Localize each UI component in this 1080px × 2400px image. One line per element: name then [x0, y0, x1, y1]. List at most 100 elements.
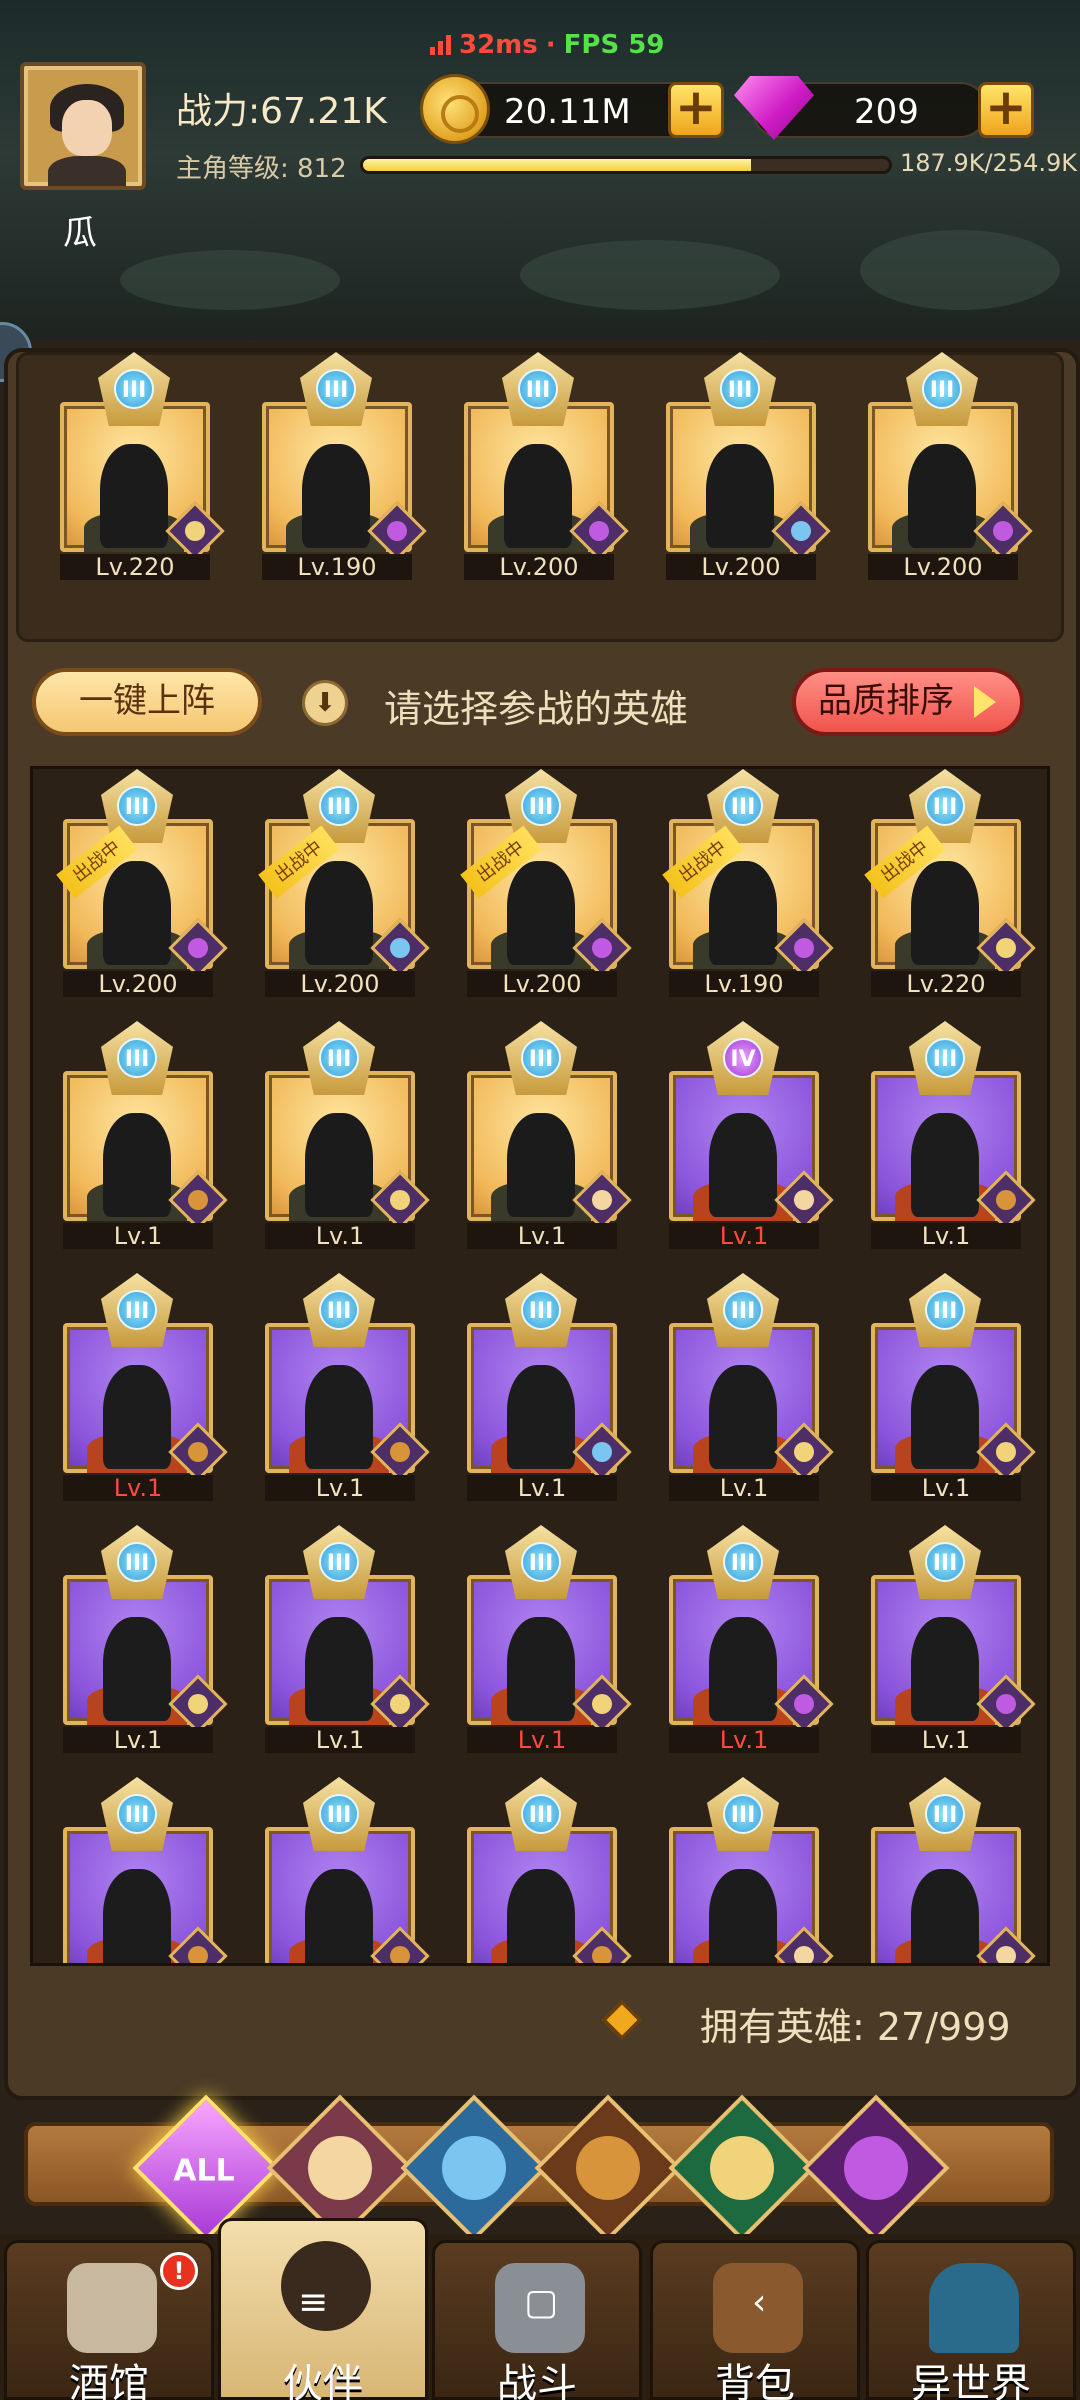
- hero-level: Lv.220: [60, 554, 210, 580]
- hero-silhouette: [103, 1617, 171, 1721]
- gold-coin-icon: [420, 74, 490, 144]
- rank-label: III: [319, 1542, 359, 1582]
- hero-level: Lv.220: [871, 971, 1021, 997]
- hero-level: Lv.1: [63, 1223, 213, 1249]
- hero-silhouette: [507, 1617, 575, 1721]
- hero-silhouette: [103, 1365, 171, 1469]
- hero-card[interactable]: III Lv.200: [458, 352, 629, 580]
- hero-level: Lv.1: [871, 1223, 1021, 1249]
- hero-level: Lv.1: [871, 1475, 1021, 1501]
- filter-beast-button[interactable]: [534, 2094, 682, 2242]
- hero-card[interactable]: III: [865, 1777, 1036, 1963]
- hero-card[interactable]: III: [461, 1777, 632, 1963]
- rank-badge-icon: III: [303, 1021, 375, 1095]
- add-gems-button[interactable]: +: [978, 82, 1034, 138]
- rank-badge-icon: III: [502, 352, 574, 426]
- hero-card[interactable]: III Lv.1: [865, 1273, 1036, 1501]
- hero-card[interactable]: III Lv.200: [660, 352, 831, 580]
- elf-icon: [710, 2136, 774, 2200]
- menu-icon[interactable]: ≡: [298, 2282, 328, 2323]
- hero-level: Lv.200: [666, 554, 816, 580]
- player-avatar[interactable]: [20, 62, 146, 190]
- hero-card[interactable]: III Lv.1: [259, 1525, 430, 1753]
- rank-badge-icon: III: [707, 1273, 779, 1347]
- hero-card[interactable]: III Lv.1: [461, 1525, 632, 1753]
- nav-battle-label: 战斗: [497, 2361, 577, 2400]
- hero-silhouette: [709, 1113, 777, 1217]
- rank-badge-icon: III: [505, 1021, 577, 1095]
- quality-sort-label: 品质排序: [818, 681, 954, 721]
- rank-badge-icon: III: [505, 1273, 577, 1347]
- hero-card[interactable]: III: [259, 1777, 430, 1963]
- nav-otherworld-label: 异世界: [911, 2361, 1031, 2400]
- hero-level: Lv.1: [265, 1475, 415, 1501]
- hero-card[interactable]: III 出战中 Lv.200: [460, 769, 632, 997]
- rank-label: III: [723, 786, 763, 826]
- hero-level: Lv.1: [467, 1475, 617, 1501]
- rank-label: III: [117, 1794, 157, 1834]
- hero-card[interactable]: III Lv.220: [54, 352, 225, 580]
- hero-card[interactable]: III Lv.200: [862, 352, 1033, 580]
- hero-silhouette: [507, 1365, 575, 1469]
- hero-level: Lv.1: [669, 1727, 819, 1753]
- rank-badge-icon: III: [906, 352, 978, 426]
- hero-silhouette: [305, 1365, 373, 1469]
- nav-partner-label: 伙伴: [283, 2361, 363, 2400]
- exp-progress-fill: [363, 159, 751, 171]
- hero-card[interactable]: III Lv.1: [57, 1273, 228, 1501]
- hero-level: Lv.1: [265, 1223, 415, 1249]
- hero-card[interactable]: III Lv.1: [57, 1525, 228, 1753]
- hero-silhouette: [302, 444, 370, 548]
- nav-otherworld[interactable]: 异世界: [866, 2240, 1076, 2400]
- hero-silhouette: [706, 444, 774, 548]
- hero-silhouette: [504, 444, 572, 548]
- hero-card[interactable]: III: [57, 1777, 228, 1963]
- hero-card[interactable]: III 出战中 Lv.200: [258, 769, 430, 997]
- hero-card[interactable]: III Lv.1: [461, 1021, 632, 1249]
- back-icon[interactable]: ‹: [752, 2282, 766, 2323]
- hero-level: Lv.200: [868, 554, 1018, 580]
- ocean-icon: [442, 2136, 506, 2200]
- select-heroes-prompt: 请选择参战的英雄: [384, 687, 689, 731]
- hero-level: Lv.1: [265, 1727, 415, 1753]
- filter-elf-button[interactable]: [668, 2094, 816, 2242]
- rank-label: III: [117, 786, 157, 826]
- home-icon[interactable]: ▢: [524, 2282, 558, 2323]
- hero-card[interactable]: III: [663, 1777, 834, 1963]
- holy-icon: [308, 2136, 372, 2200]
- hero-count: 拥有英雄: 27/999: [700, 2005, 1011, 2049]
- hero-card[interactable]: III Lv.190: [256, 352, 427, 580]
- hero-card[interactable]: IV Lv.1: [663, 1021, 834, 1249]
- rank-label: III: [521, 1038, 561, 1078]
- hero-card[interactable]: III Lv.1: [865, 1021, 1036, 1249]
- filter-all-label: ALL: [173, 2153, 235, 2189]
- rank-badge-icon: III: [505, 1525, 577, 1599]
- hero-level: Lv.200: [265, 971, 415, 997]
- hero-card[interactable]: III 出战中 Lv.200: [56, 769, 228, 997]
- hero-card[interactable]: III Lv.1: [57, 1021, 228, 1249]
- hero-card[interactable]: III Lv.1: [663, 1525, 834, 1753]
- rank-label: III: [521, 1794, 561, 1834]
- quality-sort-button[interactable]: 品质排序: [792, 668, 1024, 736]
- hero-card[interactable]: III Lv.1: [259, 1021, 430, 1249]
- add-gold-button[interactable]: +: [668, 82, 724, 138]
- rank-badge-icon: III: [101, 1525, 173, 1599]
- hero-silhouette: [507, 861, 575, 965]
- hero-silhouette: [103, 1113, 171, 1217]
- hero-card[interactable]: III 出战中 Lv.220: [864, 769, 1036, 997]
- rank-badge-icon: III: [101, 1021, 173, 1095]
- hero-card[interactable]: III Lv.1: [865, 1525, 1036, 1753]
- hero-level: Lv.190: [669, 971, 819, 997]
- hero-card[interactable]: III 出战中 Lv.190: [662, 769, 834, 997]
- hero-silhouette: [305, 861, 373, 965]
- portal-icon: [929, 2263, 1019, 2353]
- filter-demon-button[interactable]: [802, 2094, 950, 2242]
- filter-ocean-button[interactable]: [400, 2094, 548, 2242]
- hero-card[interactable]: III Lv.1: [663, 1273, 834, 1501]
- auto-deploy-button[interactable]: 一键上阵: [32, 668, 262, 736]
- rank-label: III: [922, 369, 962, 409]
- hero-card[interactable]: III Lv.1: [259, 1273, 430, 1501]
- rank-label: III: [925, 1794, 965, 1834]
- download-arrow-icon: ⬇: [302, 680, 348, 726]
- hero-card[interactable]: III Lv.1: [461, 1273, 632, 1501]
